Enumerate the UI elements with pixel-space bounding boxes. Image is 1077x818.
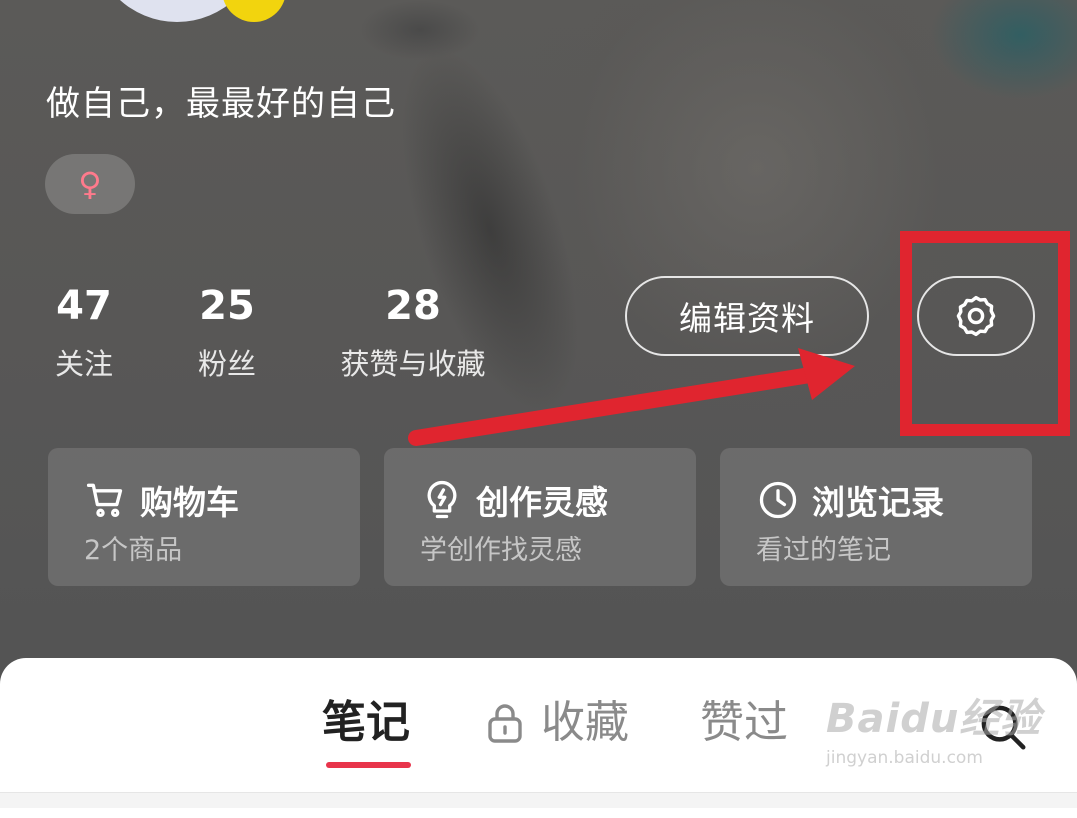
browsing-history-card[interactable]: 浏览记录 看过的笔记 bbox=[720, 448, 1032, 586]
tab-collections[interactable]: 收藏 bbox=[485, 695, 629, 751]
browsing-history-title: 浏览记录 bbox=[812, 483, 944, 522]
shopping-cart-card[interactable]: 购物车 2个商品 bbox=[48, 448, 360, 586]
creation-inspiration-title: 创作灵感 bbox=[476, 483, 608, 522]
browsing-history-subtitle: 看过的笔记 bbox=[756, 535, 891, 566]
creation-inspiration-card[interactable]: 创作灵感 学创作找灵感 bbox=[384, 448, 696, 586]
watermark-url: jingyan.baidu.com bbox=[826, 748, 983, 768]
clock-icon bbox=[759, 481, 797, 519]
cart-icon bbox=[86, 483, 123, 518]
tab-active-indicator bbox=[326, 762, 411, 768]
shopping-cart-subtitle: 2个商品 bbox=[84, 535, 183, 566]
lightbulb-icon bbox=[427, 480, 457, 519]
tab-notes[interactable]: 笔记 bbox=[322, 695, 410, 751]
watermark: Baidu经验 jingyan.baidu.com bbox=[826, 686, 1041, 768]
watermark-main: Baidu经验 bbox=[826, 696, 1042, 742]
tab-liked[interactable]: 赞过 bbox=[700, 695, 788, 751]
lock-icon bbox=[488, 704, 522, 743]
creation-inspiration-subtitle: 学创作找灵感 bbox=[420, 535, 582, 566]
tab-collections-label: 收藏 bbox=[541, 697, 629, 748]
bottom-divider bbox=[0, 792, 1077, 808]
shopping-cart-title: 购物车 bbox=[140, 483, 239, 522]
